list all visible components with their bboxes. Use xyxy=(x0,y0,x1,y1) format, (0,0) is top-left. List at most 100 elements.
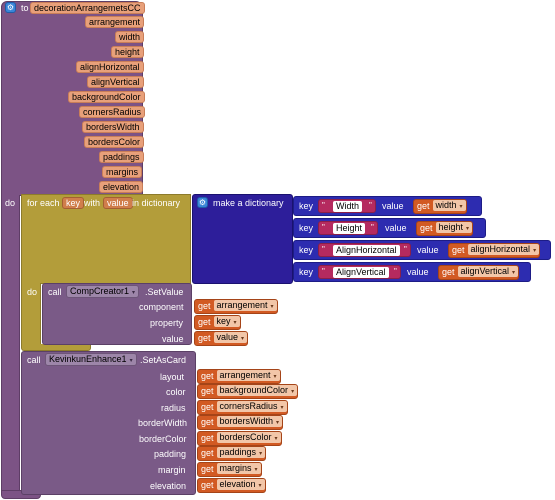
dropdown-arrow-icon[interactable]: ▾ xyxy=(271,374,277,380)
get-block[interactable]: get value ▾ xyxy=(194,331,249,346)
dictionary-mutator-icon[interactable]: ⚙ xyxy=(197,197,208,208)
get-variable[interactable]: key xyxy=(217,316,231,326)
dropdown-arrow-icon[interactable]: ▾ xyxy=(256,483,262,489)
param-backgroundColor[interactable]: backgroundColor xyxy=(68,91,145,103)
get-variable[interactable]: arrangement xyxy=(220,370,271,380)
pair-value-label: value xyxy=(385,223,407,233)
pair-value-label: value xyxy=(417,245,439,255)
dropdown-arrow-icon[interactable]: ▾ xyxy=(272,436,278,442)
pair-value-label: value xyxy=(407,267,429,277)
dropdown-arrow-icon[interactable]: ▾ xyxy=(457,204,463,210)
get-variable[interactable]: paddings xyxy=(220,447,257,457)
get-variable[interactable]: elevation xyxy=(220,479,256,489)
foreach-value-var[interactable]: value xyxy=(103,197,133,209)
get-block[interactable]: get height ▾ xyxy=(416,221,474,236)
dropdown-arrow-icon[interactable]: ▾ xyxy=(463,226,469,232)
get-block[interactable]: get cornersRadius ▾ xyxy=(197,400,288,415)
get-block[interactable]: get elevation ▾ xyxy=(197,478,266,493)
get-variable[interactable]: height xyxy=(439,222,464,232)
get-label: get xyxy=(201,433,214,443)
param-alignHorizontal[interactable]: alignHorizontal xyxy=(76,61,144,73)
get-variable[interactable]: backgroundColor xyxy=(220,385,289,395)
procedure-to-label: to xyxy=(21,3,29,13)
get-label: get xyxy=(201,386,214,396)
get-variable[interactable]: bordersWidth xyxy=(220,416,274,426)
key-text-literal[interactable]: " Width " xyxy=(318,199,376,213)
close-quote-icon: " xyxy=(371,223,374,232)
foreach-do-label: do xyxy=(27,287,38,297)
foreach-with-label: with xyxy=(84,198,101,208)
foreach-label: for each xyxy=(27,198,60,208)
arg-label-property: property xyxy=(150,318,184,328)
foreach-footer xyxy=(21,344,91,351)
dropdown-arrow-icon[interactable]: ▾ xyxy=(238,336,244,342)
get-label: get xyxy=(417,201,430,211)
param-bordersWidth[interactable]: bordersWidth xyxy=(82,121,144,133)
get-label: get xyxy=(201,480,214,490)
dropdown-arrow-icon[interactable]: ▾ xyxy=(530,248,536,254)
open-quote-icon: " xyxy=(322,223,325,232)
dropdown-arrow-icon[interactable]: ▾ xyxy=(256,451,262,457)
component-selector[interactable]: KevinkunEnhance1 ▾ xyxy=(45,353,137,366)
dropdown-arrow-icon[interactable]: ▾ xyxy=(252,467,258,473)
dropdown-arrow-icon[interactable]: ▾ xyxy=(231,320,237,326)
key-text-value[interactable]: Width xyxy=(333,201,363,212)
dropdown-arrow-icon[interactable]: ▾ xyxy=(278,405,284,411)
open-quote-icon: " xyxy=(322,245,325,254)
dropdown-arrow-icon[interactable]: ▾ xyxy=(127,358,133,364)
dictionary-label: make a dictionary xyxy=(213,198,284,208)
dropdown-arrow-icon[interactable]: ▾ xyxy=(268,304,274,310)
key-text-value[interactable]: Height xyxy=(333,223,366,234)
method-name: .SetValue xyxy=(145,287,184,297)
get-block[interactable]: get alignVertical ▾ xyxy=(438,265,520,280)
procedure-mutator-icon[interactable]: ⚙ xyxy=(5,2,16,13)
get-block[interactable]: get bordersColor ▾ xyxy=(197,431,282,446)
key-text-literal[interactable]: " Height " xyxy=(318,221,378,235)
method-name: .SetAsCard xyxy=(140,355,187,365)
get-variable[interactable]: width xyxy=(436,200,457,210)
procedure-do-label: do xyxy=(5,198,16,208)
close-quote-icon: " xyxy=(404,245,407,254)
key-text-value[interactable]: AlignVertical xyxy=(333,267,389,278)
arg-label-padding: padding xyxy=(154,449,187,459)
get-variable[interactable]: cornersRadius xyxy=(220,401,278,411)
get-block[interactable]: get width ▾ xyxy=(413,199,467,214)
get-variable[interactable]: bordersColor xyxy=(220,432,272,442)
get-variable[interactable]: alignHorizontal xyxy=(471,244,531,254)
get-block[interactable]: get bordersWidth ▾ xyxy=(197,415,284,430)
component-selector[interactable]: CompCreator1 ▾ xyxy=(66,285,140,298)
get-block[interactable]: get backgroundColor ▾ xyxy=(197,384,299,399)
get-variable[interactable]: value xyxy=(217,332,239,342)
component-name: CompCreator1 xyxy=(70,286,130,296)
arg-label-radius: radius xyxy=(161,403,186,413)
get-block[interactable]: get arrangement ▾ xyxy=(197,369,281,384)
param-arrangement[interactable]: arrangement xyxy=(85,16,145,28)
param-height[interactable]: height xyxy=(111,46,144,58)
key-text-literal[interactable]: " AlignVertical " xyxy=(318,265,401,279)
dropdown-arrow-icon[interactable]: ▾ xyxy=(273,420,279,426)
arg-label-borderColor: borderColor xyxy=(139,434,187,444)
get-variable[interactable]: margins xyxy=(220,463,252,473)
param-bordersColor[interactable]: bordersColor xyxy=(84,136,145,148)
param-alignVertical[interactable]: alignVertical xyxy=(87,76,144,88)
foreach-key-var[interactable]: key xyxy=(62,197,85,209)
dropdown-arrow-icon[interactable]: ▾ xyxy=(509,270,515,276)
dropdown-arrow-icon[interactable]: ▾ xyxy=(288,389,294,395)
get-block[interactable]: get paddings ▾ xyxy=(197,446,267,461)
param-cornersRadius[interactable]: cornersRadius xyxy=(79,106,146,118)
get-variable[interactable]: arrangement xyxy=(217,300,268,310)
get-block[interactable]: get arrangement ▾ xyxy=(194,299,278,314)
param-width[interactable]: width xyxy=(115,31,145,43)
get-block[interactable]: get margins ▾ xyxy=(197,462,262,477)
param-margins[interactable]: margins xyxy=(102,166,143,178)
get-variable[interactable]: alignVertical xyxy=(461,266,510,276)
close-quote-icon: " xyxy=(394,267,397,276)
procedure-name-field[interactable]: decorationArrangemetsCC xyxy=(30,2,145,14)
param-elevation[interactable]: elevation xyxy=(99,181,144,193)
get-block[interactable]: get key ▾ xyxy=(194,315,241,330)
key-text-literal[interactable]: " AlignHorizontal " xyxy=(318,243,411,257)
get-block[interactable]: get alignHorizontal ▾ xyxy=(448,243,541,258)
param-paddings[interactable]: paddings xyxy=(99,151,144,163)
key-text-value[interactable]: AlignHorizontal xyxy=(333,245,400,256)
dropdown-arrow-icon[interactable]: ▾ xyxy=(129,290,135,296)
